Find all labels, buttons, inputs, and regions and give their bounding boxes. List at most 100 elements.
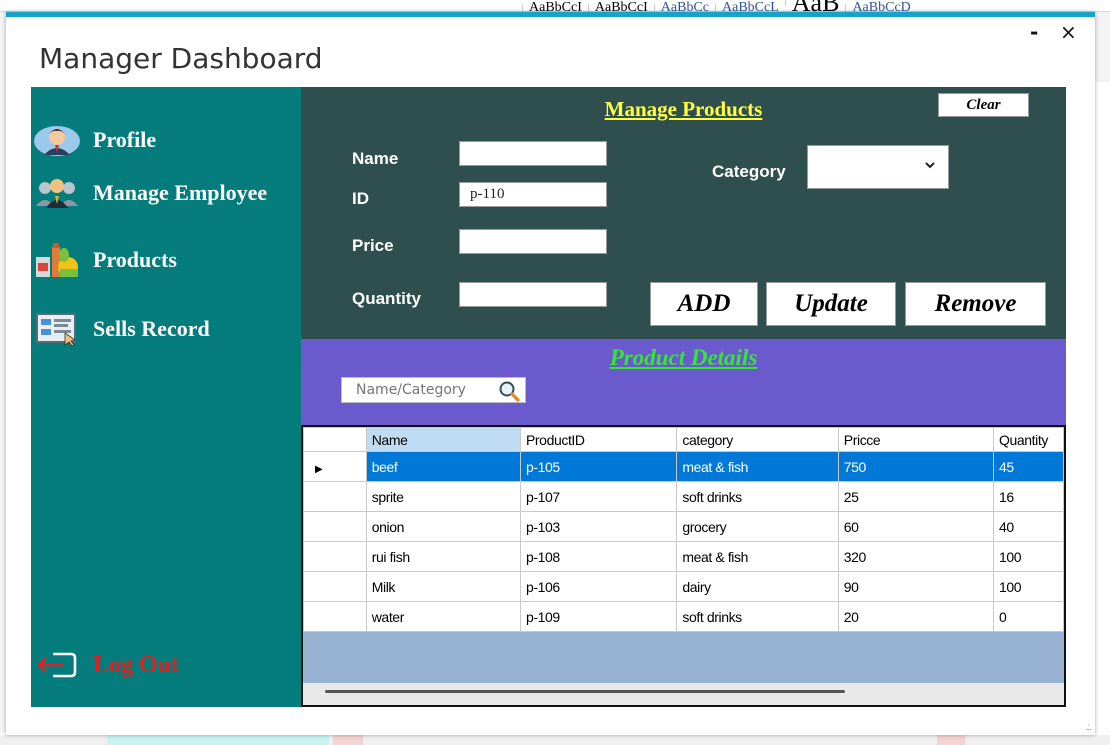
name-input[interactable] (459, 141, 607, 166)
sidebar-item-profile[interactable]: Profile (31, 120, 156, 160)
logout-label: Log Out (93, 651, 180, 678)
cell-price[interactable]: 750 (837, 451, 995, 482)
sidebar-item-manage-employee[interactable]: Manage Employee (31, 173, 267, 213)
quantity-input[interactable] (459, 282, 607, 307)
window-title: Manager Dashboard (39, 42, 323, 75)
product-details-panel: Product Details (301, 339, 1066, 425)
background-bottom-strip (0, 735, 1110, 745)
sidebar-item-label: Manage Employee (93, 180, 268, 205)
cell-price[interactable]: 90 (837, 571, 995, 602)
table-row[interactable]: ▶ beef p-105 meat & fish 750 45 (303, 451, 1064, 482)
sidebar-item-label: Sells Record (93, 316, 210, 341)
sidebar-item-sells-record[interactable]: Sells Record (31, 309, 210, 349)
row-selector[interactable] (303, 511, 367, 542)
background-pink-block (937, 735, 965, 745)
cell-quantity[interactable]: 40 (993, 511, 1064, 542)
cell-name[interactable]: onion (365, 511, 521, 542)
column-header-category[interactable]: category (676, 427, 839, 452)
cell-category[interactable]: soft drinks (676, 601, 839, 632)
name-label: Name (352, 149, 399, 168)
cell-product-id[interactable]: p-103 (519, 511, 678, 542)
cell-price[interactable]: 320 (837, 541, 995, 572)
column-header-price[interactable]: Pricce (837, 427, 995, 452)
remove-button[interactable]: Remove (905, 282, 1046, 326)
cell-category[interactable]: meat & fish (676, 451, 839, 482)
cell-quantity[interactable]: 45 (993, 451, 1064, 482)
cell-quantity[interactable]: 16 (993, 481, 1064, 512)
cell-name[interactable]: rui fish (365, 541, 521, 572)
cell-product-id[interactable]: p-107 (519, 481, 678, 512)
add-button[interactable]: ADD (650, 282, 758, 326)
row-selector[interactable] (303, 601, 367, 632)
cell-name[interactable]: sprite (365, 481, 521, 512)
cell-product-id[interactable]: p-108 (519, 541, 678, 572)
cell-category[interactable]: grocery (676, 511, 839, 542)
id-input[interactable] (459, 182, 607, 207)
cell-price[interactable]: 20 (837, 601, 995, 632)
search-icon[interactable] (497, 380, 521, 402)
cell-name[interactable]: beef (365, 451, 521, 482)
cell-quantity[interactable]: 100 (993, 571, 1064, 602)
manager-dashboard-window: Manager Dashboard - × Profile Manage Emp… (6, 12, 1095, 735)
table-row[interactable]: water p-109 soft drinks 20 0 (303, 601, 1064, 632)
price-label: Price (352, 236, 394, 255)
column-header-name[interactable]: Name (365, 427, 521, 452)
sidebar-item-label: Profile (93, 127, 157, 152)
employees-icon (31, 173, 83, 213)
products-icon (31, 240, 83, 280)
table-row[interactable]: rui fish p-108 meat & fish 320 100 (303, 541, 1064, 572)
table-row[interactable]: Milk p-106 dairy 90 100 (303, 571, 1064, 602)
cell-quantity[interactable]: 100 (993, 541, 1064, 572)
chevron-down-icon (924, 158, 936, 170)
background-teal-block (107, 735, 329, 745)
table-row[interactable]: sprite p-107 soft drinks 25 16 (303, 481, 1064, 512)
row-selector[interactable] (303, 541, 367, 572)
cell-product-id[interactable]: p-105 (519, 451, 678, 482)
cell-name[interactable]: water (365, 601, 521, 632)
manage-products-panel: Manage Products Clear Name ID Price Quan… (301, 87, 1066, 339)
background-style-2: AaBbCcI (587, 1, 654, 12)
cell-price[interactable]: 25 (837, 481, 995, 512)
search-input[interactable] (342, 378, 492, 402)
background-style-5: AaB (784, 0, 846, 12)
table-row[interactable]: onion p-103 grocery 60 40 (303, 511, 1064, 542)
background-style-1: AaBbCcI (522, 1, 588, 12)
cell-category[interactable]: soft drinks (676, 481, 839, 512)
resize-grip-icon[interactable]: .:. (1086, 722, 1092, 733)
sidebar-item-products[interactable]: Products (31, 240, 177, 280)
cell-name[interactable]: Milk (365, 571, 521, 602)
cell-quantity[interactable]: 0 (993, 601, 1064, 632)
logout-button[interactable]: Log Out (31, 645, 179, 685)
minimize-button[interactable]: - (1030, 20, 1038, 44)
product-details-title: Product Details (609, 345, 758, 370)
category-select[interactable] (807, 145, 949, 189)
price-input[interactable] (459, 229, 607, 254)
cell-price[interactable]: 60 (837, 511, 995, 542)
column-header-quantity[interactable]: Quantity (993, 427, 1064, 452)
update-button[interactable]: Update (766, 282, 896, 326)
quantity-label: Quantity (352, 289, 421, 308)
row-selector[interactable]: ▶ (303, 451, 367, 482)
product-table: Name ProductID category Pricce Quantity … (303, 427, 1064, 632)
horizontal-scrollbar[interactable] (303, 683, 1064, 705)
row-selector[interactable] (303, 481, 367, 512)
cell-product-id[interactable]: p-106 (519, 571, 678, 602)
cell-category[interactable]: meat & fish (676, 541, 839, 572)
cell-category[interactable]: dairy (676, 571, 839, 602)
row-selector[interactable] (303, 571, 367, 602)
window-accent-bar (6, 12, 1095, 17)
column-header-product-id[interactable]: ProductID (519, 427, 678, 452)
close-button[interactable]: × (1060, 20, 1077, 44)
id-label: ID (352, 189, 369, 208)
product-grid: Name ProductID category Pricce Quantity … (301, 425, 1066, 707)
background-style-6: AaBbCcD (845, 1, 916, 12)
logout-icon (31, 645, 83, 685)
category-label: Category (712, 162, 786, 181)
clear-button[interactable]: Clear (938, 93, 1029, 117)
search-box (341, 377, 526, 403)
cell-product-id[interactable]: p-109 (519, 601, 678, 632)
horizontal-scrollbar-thumb[interactable] (325, 690, 845, 693)
background-style-4: AaBbCcL (715, 1, 785, 12)
sidebar: Profile Manage Employee Products Sells R… (31, 87, 301, 707)
sidebar-item-label: Products (93, 247, 177, 272)
